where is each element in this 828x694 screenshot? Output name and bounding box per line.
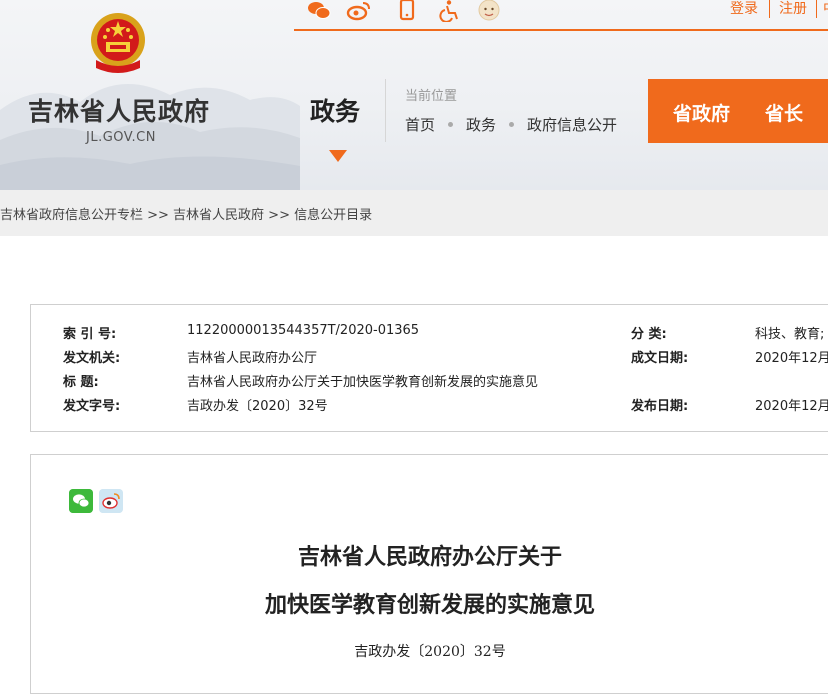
published-date-value: 2020年12月 bbox=[755, 399, 828, 414]
issuer-label: 发文机关: bbox=[63, 351, 121, 366]
issuer-value: 吉林省人民政府办公厅 bbox=[187, 351, 318, 366]
national-emblem-logo bbox=[91, 13, 145, 73]
article-title-line-2: 加快医学教育创新发展的实施意见 bbox=[264, 592, 595, 618]
info-row: 发文字号: 吉政办发〔2020〕32号 发布日期: 2020年12月 bbox=[31, 395, 828, 419]
top-nav-bar: 省政府 省长 bbox=[648, 79, 828, 143]
elder-mode-icon[interactable] bbox=[476, 0, 502, 22]
wechat-share-icon[interactable] bbox=[69, 489, 93, 513]
nav-provincial-government[interactable]: 省政府 bbox=[673, 99, 730, 126]
mobile-icon[interactable] bbox=[394, 0, 420, 22]
published-date-label: 发布日期: bbox=[631, 399, 689, 414]
created-date-label: 成文日期: bbox=[631, 351, 689, 366]
top-divider-line bbox=[294, 29, 828, 31]
index-value: 11220000013544357T/2020-01365 bbox=[187, 323, 420, 338]
section-title: 政务 bbox=[310, 97, 361, 126]
category-value: 科技、教育; bbox=[755, 327, 825, 342]
info-row: 标 题: 吉林省人民政府办公厅关于加快医学教育创新发展的实施意见 bbox=[31, 371, 828, 395]
doc-number-value: 吉政办发〔2020〕32号 bbox=[187, 399, 328, 414]
article-body: 吉林省人民政府办公厅关于 加快医学教育创新发展的实施意见 吉政办发〔2020〕3… bbox=[30, 454, 828, 694]
vertical-divider bbox=[385, 79, 386, 142]
weibo-icon[interactable] bbox=[346, 0, 372, 22]
site-header: 吉林省人民政府 JL.GOV.CN 登录 注册 中 政务 当前位置 首页政务政府… bbox=[0, 0, 828, 190]
language-link[interactable]: 中 bbox=[823, 0, 828, 18]
location-label: 当前位置 bbox=[405, 89, 458, 104]
link-divider bbox=[769, 0, 770, 18]
breadcrumb: 首页 政务 政府信息公开 bbox=[405, 114, 617, 135]
link-divider bbox=[816, 0, 817, 18]
site-name[interactable]: 吉林省人民政府 bbox=[28, 92, 210, 128]
weibo-share-icon[interactable] bbox=[99, 489, 123, 513]
info-row: 发文机关: 吉林省人民政府办公厅 成文日期: 2020年12月 bbox=[31, 347, 828, 371]
breadcrumb-path[interactable]: 吉林省政府信息公开专栏 >> 吉林省人民政府 >> 信息公开目录 bbox=[0, 204, 372, 223]
created-date-value: 2020年12月 bbox=[755, 351, 828, 366]
dot-separator-icon bbox=[448, 122, 454, 127]
dot-separator-icon bbox=[509, 122, 515, 127]
top-links: 登录 注册 中 bbox=[729, 0, 828, 20]
document-info-table: 索 引 号: 11220000013544357T/2020-01365 分 类… bbox=[30, 304, 828, 432]
breadcrumb-bar: 吉林省政府信息公开专栏 >> 吉林省人民政府 >> 信息公开目录 bbox=[0, 190, 828, 236]
register-link[interactable]: 注册 bbox=[779, 0, 807, 18]
nav-governor[interactable]: 省长 bbox=[765, 99, 803, 126]
title-value: 吉林省人民政府办公厅关于加快医学教育创新发展的实施意见 bbox=[187, 375, 539, 390]
accessibility-icon[interactable] bbox=[437, 0, 463, 22]
category-label: 分 类: bbox=[631, 327, 667, 342]
article-doc-number: 吉政办发〔2020〕32号 bbox=[354, 644, 506, 660]
article-title-line-1: 吉林省人民政府办公厅关于 bbox=[297, 544, 562, 570]
caret-down-icon bbox=[329, 150, 347, 162]
breadcrumb-home[interactable]: 首页 bbox=[405, 116, 435, 134]
login-link[interactable]: 登录 bbox=[730, 0, 758, 18]
info-row: 索 引 号: 11220000013544357T/2020-01365 分 类… bbox=[31, 323, 828, 347]
breadcrumb-affairs[interactable]: 政务 bbox=[466, 116, 496, 134]
wechat-icon[interactable] bbox=[306, 0, 332, 22]
breadcrumb-info-disclosure[interactable]: 政府信息公开 bbox=[527, 116, 617, 134]
index-label: 索 引 号: bbox=[63, 327, 117, 342]
title-label: 标 题: bbox=[63, 375, 99, 390]
site-domain: JL.GOV.CN bbox=[86, 130, 156, 145]
doc-number-label: 发文字号: bbox=[63, 399, 121, 414]
